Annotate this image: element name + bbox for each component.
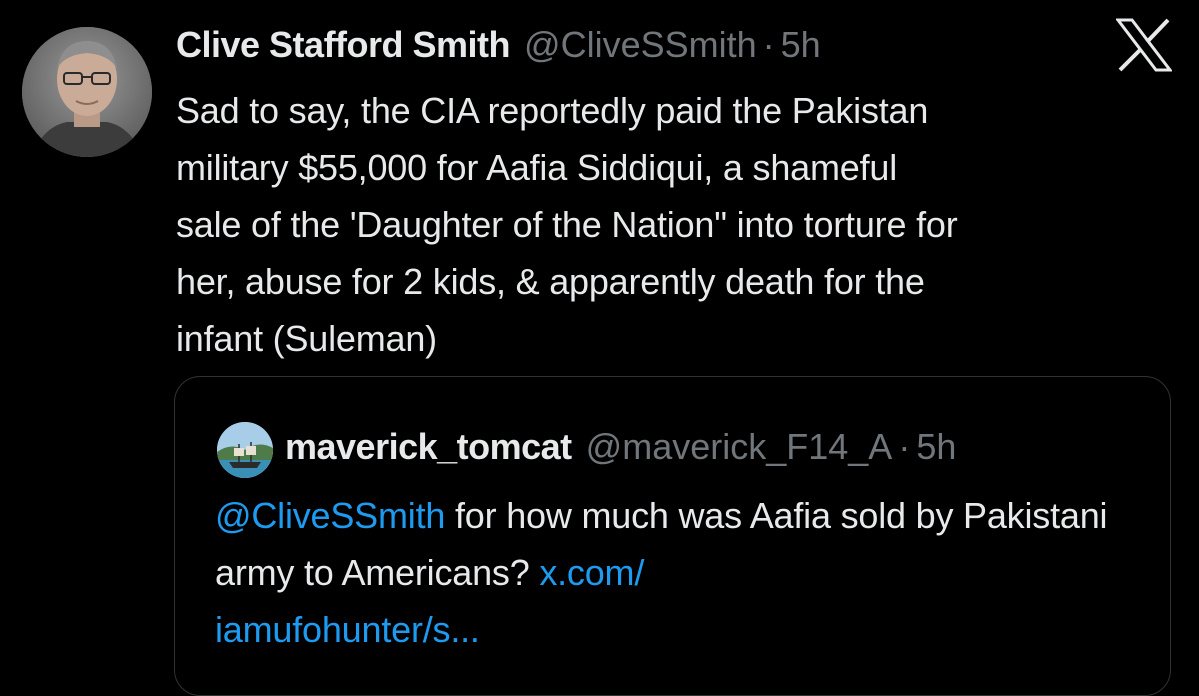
handle[interactable]: @CliveSSmith	[524, 22, 757, 68]
quote-timestamp[interactable]: 5h	[916, 424, 956, 470]
timestamp[interactable]: 5h	[781, 22, 821, 68]
quote-display-name[interactable]: maverick_tomcat	[285, 424, 572, 470]
avatar[interactable]	[22, 27, 152, 157]
mention-link[interactable]: @CliveSSmith	[215, 495, 445, 536]
tweet-header: Clive Stafford Smith @CliveSSmith · 5h	[176, 22, 821, 68]
tweet: Clive Stafford Smith @CliveSSmith · 5h S…	[0, 0, 1199, 696]
quote-avatar[interactable]	[217, 422, 273, 478]
quote-avatar-image	[217, 422, 273, 478]
quote-separator-dot: ·	[898, 426, 911, 467]
url-link-start[interactable]: x.com/	[539, 552, 644, 593]
quote-header: maverick_tomcat @maverick_F14_A · 5h	[285, 424, 956, 470]
separator-dot: ·	[762, 24, 775, 65]
x-logo-icon	[1114, 18, 1174, 72]
quote-handle[interactable]: @maverick_F14_A	[586, 424, 893, 470]
display-name[interactable]: Clive Stafford Smith	[176, 22, 511, 68]
url-link-end[interactable]: iamufohunter/s...	[215, 609, 480, 650]
quoted-tweet[interactable]: maverick_tomcat @maverick_F14_A · 5h @Cl…	[174, 376, 1171, 696]
avatar-image	[22, 27, 152, 157]
quote-text: @CliveSSmith for how much was Aafia sold…	[215, 487, 1155, 658]
tweet-text: Sad to say, the CIA reportedly paid the …	[176, 90, 958, 359]
